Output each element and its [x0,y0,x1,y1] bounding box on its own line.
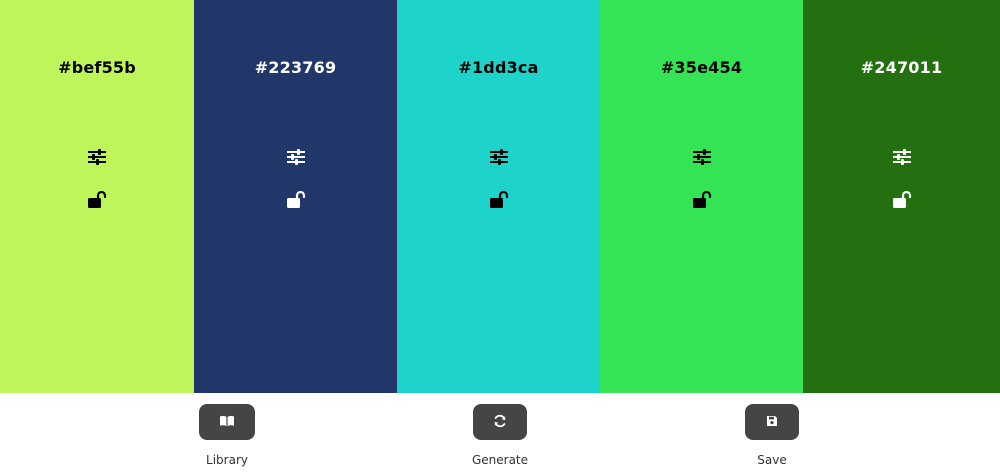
color-swatch-3[interactable]: #1dd3ca [397,0,600,393]
generate-control: Generate [440,404,560,467]
sliders-icon[interactable] [884,142,920,172]
hex-code[interactable]: #35e454 [661,57,742,79]
color-palette: #bef55b #223769 #1dd3ca #35e454 #247011 [0,0,1000,393]
unlock-icon[interactable] [481,185,517,215]
color-swatch-2[interactable]: #223769 [194,0,397,393]
color-swatch-5[interactable]: #247011 [803,0,1000,393]
hex-code[interactable]: #1dd3ca [458,57,538,79]
unlock-icon[interactable] [684,185,720,215]
save-button[interactable] [745,404,799,440]
generate-button[interactable] [473,404,527,440]
book-icon [219,415,235,430]
hex-code[interactable]: #223769 [255,57,337,79]
save-label: Save [757,453,787,467]
floppy-disk-icon [766,415,778,430]
sliders-icon[interactable] [481,142,517,172]
hex-code[interactable]: #bef55b [58,57,136,79]
sliders-icon[interactable] [278,142,314,172]
sliders-icon[interactable] [79,142,115,172]
refresh-icon [493,414,507,431]
library-label: Library [206,453,248,467]
color-swatch-1[interactable]: #bef55b [0,0,194,393]
unlock-icon[interactable] [884,185,920,215]
control-panel: Library Generate Save [0,393,1000,472]
unlock-icon[interactable] [278,185,314,215]
save-control: Save [712,404,832,467]
hex-code[interactable]: #247011 [861,57,943,79]
sliders-icon[interactable] [684,142,720,172]
color-swatch-4[interactable]: #35e454 [600,0,803,393]
library-control: Library [167,404,287,467]
library-button[interactable] [199,404,255,440]
generate-label: Generate [471,453,529,467]
unlock-icon[interactable] [79,185,115,215]
